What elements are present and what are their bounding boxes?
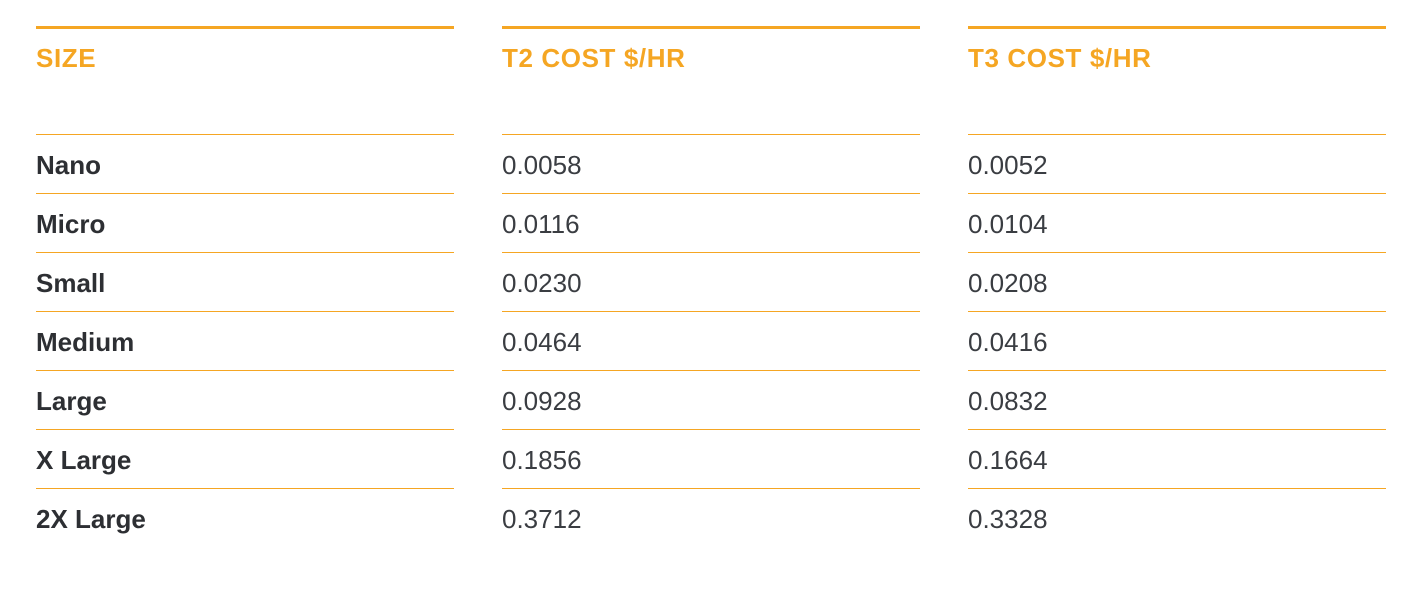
column-t2-cost: T2 COST $/HR 0.0058 0.0116 0.0230 0.0464… — [502, 26, 920, 547]
table-row: Small — [36, 252, 454, 311]
table-row: 0.3328 — [968, 488, 1386, 547]
column-size: SIZE Nano Micro Small Medium Large X Lar… — [36, 26, 454, 547]
table-row: Medium — [36, 311, 454, 370]
table-row: 0.1664 — [968, 429, 1386, 488]
table-row: 0.0464 — [502, 311, 920, 370]
table-row: 0.0230 — [502, 252, 920, 311]
table-row: X Large — [36, 429, 454, 488]
table-row: 0.1856 — [502, 429, 920, 488]
table-row: 2X Large — [36, 488, 454, 547]
table-row: Nano — [36, 134, 454, 193]
header-t2: T2 COST $/HR — [502, 26, 920, 134]
header-t3: T3 COST $/HR — [968, 26, 1386, 134]
table-row: 0.0928 — [502, 370, 920, 429]
column-t3-cost: T3 COST $/HR 0.0052 0.0104 0.0208 0.0416… — [968, 26, 1386, 547]
table-row: Large — [36, 370, 454, 429]
table-row: 0.3712 — [502, 488, 920, 547]
table-row: 0.0052 — [968, 134, 1386, 193]
table-row: 0.0058 — [502, 134, 920, 193]
table-row: 0.0208 — [968, 252, 1386, 311]
pricing-table: SIZE Nano Micro Small Medium Large X Lar… — [36, 26, 1386, 547]
table-row: Micro — [36, 193, 454, 252]
table-row: 0.0116 — [502, 193, 920, 252]
page: SIZE Nano Micro Small Medium Large X Lar… — [0, 0, 1422, 606]
table-row: 0.0416 — [968, 311, 1386, 370]
header-size: SIZE — [36, 26, 454, 134]
table-row: 0.0104 — [968, 193, 1386, 252]
table-row: 0.0832 — [968, 370, 1386, 429]
